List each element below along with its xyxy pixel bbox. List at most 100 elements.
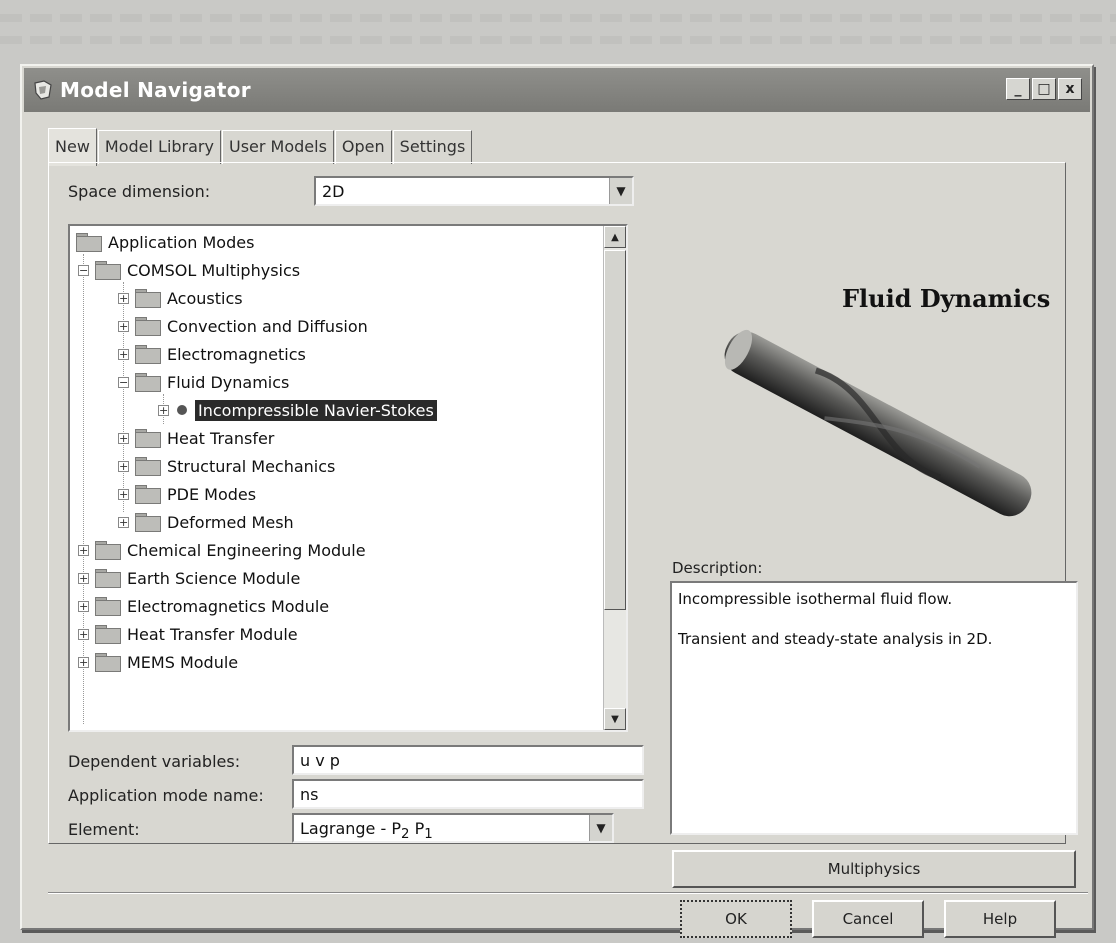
tree-item-label: Heat Transfer Module bbox=[127, 624, 298, 644]
tree-item-label: Application Modes bbox=[108, 232, 255, 252]
description-line-1: Incompressible isothermal fluid flow. bbox=[678, 590, 953, 608]
folder-icon bbox=[95, 569, 121, 588]
dependent-variables-input[interactable]: u v p bbox=[292, 745, 644, 775]
application-mode-name-value: ns bbox=[300, 785, 319, 804]
tree-item-incompressible-navier-stokes[interactable]: + Incompressible Navier-Stokes bbox=[158, 396, 437, 424]
tree-item-chemical-engineering-module[interactable]: + Chemical Engineering Module bbox=[78, 536, 366, 564]
tab-settings[interactable]: Settings bbox=[392, 130, 473, 164]
folder-open-icon bbox=[135, 373, 161, 392]
tab-new[interactable]: New bbox=[48, 128, 97, 166]
space-dimension-select[interactable]: 2D ▼ bbox=[314, 176, 634, 206]
folder-icon bbox=[95, 597, 121, 616]
tree-item-deformed-mesh[interactable]: + Deformed Mesh bbox=[118, 508, 294, 536]
maximize-button[interactable]: □ bbox=[1032, 78, 1056, 100]
expand-icon[interactable]: + bbox=[118, 432, 129, 444]
expand-icon[interactable]: + bbox=[118, 348, 129, 360]
tree-item-earth-science-module[interactable]: + Earth Science Module bbox=[78, 564, 300, 592]
collapse-icon[interactable]: − bbox=[118, 376, 129, 388]
expand-icon[interactable]: + bbox=[78, 600, 89, 612]
description-box: Incompressible isothermal fluid flow. Tr… bbox=[670, 581, 1078, 835]
folder-icon bbox=[135, 345, 161, 364]
folder-icon bbox=[135, 429, 161, 448]
tree-item-acoustics[interactable]: + Acoustics bbox=[118, 284, 243, 312]
close-icon: x bbox=[1065, 81, 1075, 97]
tab-user-models[interactable]: User Models bbox=[221, 130, 334, 164]
expand-icon[interactable]: + bbox=[78, 656, 89, 668]
close-button[interactable]: x bbox=[1058, 78, 1082, 100]
expand-icon[interactable]: + bbox=[78, 572, 89, 584]
tree-item-label: Heat Transfer bbox=[167, 428, 275, 448]
tree-item-convection-diffusion[interactable]: + Convection and Diffusion bbox=[118, 312, 368, 340]
comsol-app-icon bbox=[32, 79, 54, 101]
folder-icon bbox=[135, 317, 161, 336]
dependent-variables-value: u v p bbox=[300, 751, 340, 770]
scroll-up-icon[interactable]: ▲ bbox=[604, 226, 626, 248]
element-select[interactable]: Lagrange - P2 P1 ▼ bbox=[292, 813, 614, 843]
tree-item-label: Structural Mechanics bbox=[167, 456, 336, 476]
separator bbox=[48, 892, 1088, 894]
expand-icon[interactable]: + bbox=[78, 628, 89, 640]
expand-icon[interactable]: + bbox=[118, 488, 129, 500]
folder-icon bbox=[135, 289, 161, 308]
fluid-dynamics-preview-image bbox=[724, 329, 1032, 517]
expand-icon[interactable]: + bbox=[118, 516, 129, 528]
dependent-variables-label: Dependent variables: bbox=[68, 752, 241, 771]
scrollbar-thumb[interactable] bbox=[604, 250, 626, 610]
tree-item-application-modes[interactable]: Application Modes bbox=[76, 228, 254, 256]
tree-scrollbar[interactable]: ▲ ▼ bbox=[603, 226, 626, 730]
description-line-2: Transient and steady-state analysis in 2… bbox=[678, 630, 993, 648]
model-navigator-dialog: Model Navigator _ □ x New Model Library … bbox=[20, 64, 1094, 938]
element-label: Element: bbox=[68, 820, 140, 839]
folder-icon bbox=[95, 261, 121, 280]
folder-icon bbox=[135, 457, 161, 476]
application-mode-name-input[interactable]: ns bbox=[292, 779, 644, 809]
tree-item-fluid-dynamics[interactable]: − Fluid Dynamics bbox=[118, 368, 289, 396]
expand-icon[interactable]: + bbox=[118, 292, 129, 304]
tree-item-heat-transfer[interactable]: + Heat Transfer bbox=[118, 424, 274, 452]
folder-icon bbox=[135, 513, 161, 532]
tree-item-electromagnetics-module[interactable]: + Electromagnetics Module bbox=[78, 592, 329, 620]
title-bar[interactable]: Model Navigator _ □ x bbox=[24, 68, 1090, 112]
minimize-button[interactable]: _ bbox=[1006, 78, 1030, 100]
tree-item-comsol-multiphysics[interactable]: − COMSOL Multiphysics bbox=[78, 256, 300, 284]
tab-open[interactable]: Open bbox=[334, 130, 392, 164]
tree-item-structural-mechanics[interactable]: + Structural Mechanics bbox=[118, 452, 335, 480]
expand-icon[interactable]: + bbox=[158, 404, 169, 416]
cancel-button[interactable]: Cancel bbox=[812, 900, 924, 938]
tree-item-heat-transfer-module[interactable]: + Heat Transfer Module bbox=[78, 620, 298, 648]
collapse-icon[interactable]: − bbox=[78, 264, 89, 276]
element-value-main: Lagrange - P bbox=[300, 819, 401, 838]
maximize-icon: □ bbox=[1037, 81, 1051, 97]
chevron-down-icon[interactable]: ▼ bbox=[609, 178, 632, 204]
multiphysics-button[interactable]: Multiphysics bbox=[672, 850, 1076, 888]
tree-item-label-selected: Incompressible Navier-Stokes bbox=[195, 399, 437, 421]
background-text-line bbox=[0, 14, 1116, 22]
tree-item-electromagnetics[interactable]: + Electromagnetics bbox=[118, 340, 306, 368]
help-button[interactable]: Help bbox=[944, 900, 1056, 938]
element-value: Lagrange - P2 P1 bbox=[300, 819, 433, 842]
element-value-mid: P bbox=[409, 819, 425, 838]
expand-icon[interactable]: + bbox=[118, 320, 129, 332]
tree-item-label: Acoustics bbox=[167, 288, 243, 308]
tree-item-label: PDE Modes bbox=[167, 484, 257, 504]
tab-model-library[interactable]: Model Library bbox=[97, 130, 221, 164]
description-label: Description: bbox=[672, 559, 763, 577]
scroll-down-icon[interactable]: ▼ bbox=[604, 708, 626, 730]
tree-item-label: Electromagnetics Module bbox=[127, 596, 330, 616]
tree-item-mems-module[interactable]: + MEMS Module bbox=[78, 648, 238, 676]
application-mode-icon bbox=[177, 405, 187, 415]
folder-icon bbox=[95, 625, 121, 644]
background-text-line bbox=[0, 36, 1116, 44]
folder-icon bbox=[95, 541, 121, 560]
expand-icon[interactable]: + bbox=[118, 460, 129, 472]
ok-button[interactable]: OK bbox=[680, 900, 792, 938]
folder-icon bbox=[135, 485, 161, 504]
expand-icon[interactable]: + bbox=[78, 544, 89, 556]
preview-title: Fluid Dynamics bbox=[842, 284, 1051, 313]
chevron-down-icon[interactable]: ▼ bbox=[589, 815, 612, 841]
tree-item-pde-modes[interactable]: + PDE Modes bbox=[118, 480, 256, 508]
space-dimension-value: 2D bbox=[322, 182, 345, 201]
application-modes-tree[interactable]: Application Modes − COMSOL Multiphysics … bbox=[68, 224, 628, 732]
tab-bar: New Model Library User Models Open Setti… bbox=[48, 126, 473, 166]
tree-item-label: Deformed Mesh bbox=[167, 512, 294, 532]
